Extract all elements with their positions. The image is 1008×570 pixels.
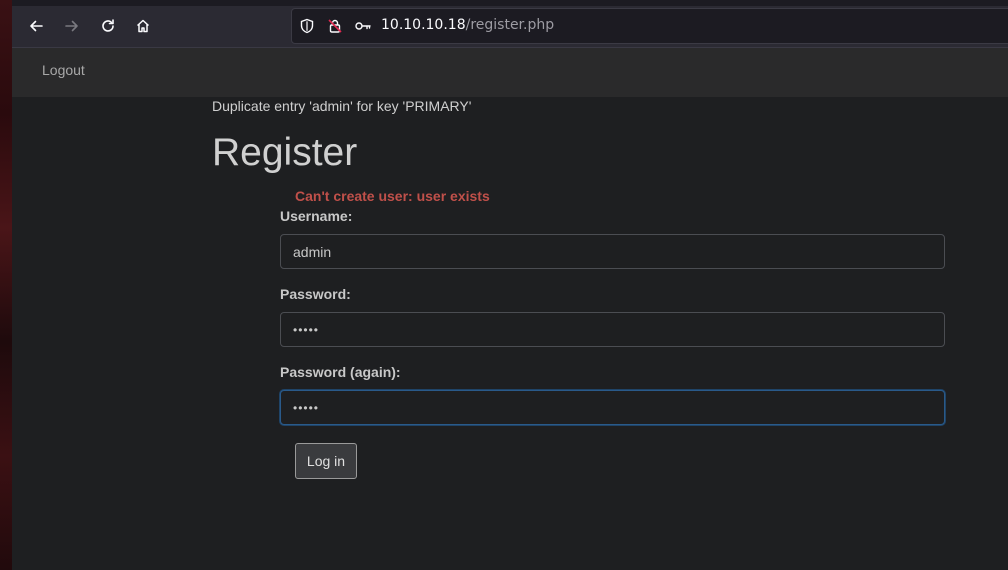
password-label: Password:	[280, 286, 351, 302]
username-label: Username:	[280, 208, 353, 224]
insecure-lock-icon[interactable]	[326, 17, 344, 35]
password-again-value: •••••	[293, 400, 320, 415]
url-host: 10.10.10.18	[381, 17, 466, 33]
site-navbar: Logout	[12, 48, 1008, 97]
password-value: •••••	[293, 322, 320, 337]
password-again-field[interactable]: •••••	[280, 390, 945, 425]
login-button[interactable]: Log in	[295, 443, 357, 479]
url-text[interactable]: 10.10.10.18/register.php	[381, 17, 554, 33]
browser-window: 10.10.10.18/register.php Logout Duplicat…	[0, 0, 1008, 570]
sql-error-text: Duplicate entry 'admin' for key 'PRIMARY…	[212, 98, 472, 114]
shield-icon[interactable]	[298, 17, 316, 35]
page-content: Duplicate entry 'admin' for key 'PRIMARY…	[12, 97, 1008, 570]
reload-icon[interactable]	[97, 15, 119, 37]
desktop-background	[0, 0, 12, 570]
page-title: Register	[212, 131, 358, 174]
window-top-edge	[12, 0, 1008, 6]
username-field[interactable]: admin	[280, 234, 945, 269]
back-arrow-icon[interactable]	[25, 15, 47, 37]
error-message: Can't create user: user exists	[295, 188, 490, 204]
forward-arrow-icon[interactable]	[61, 15, 83, 37]
url-path: /register.php	[465, 17, 555, 33]
logout-link[interactable]: Logout	[42, 62, 85, 78]
password-field[interactable]: •••••	[280, 312, 945, 347]
username-value: admin	[293, 243, 332, 260]
key-icon[interactable]	[354, 17, 372, 35]
browser-toolbar: 10.10.10.18/register.php	[12, 0, 1008, 48]
password-again-label: Password (again):	[280, 364, 401, 380]
address-bar[interactable]: 10.10.10.18/register.php	[291, 8, 1008, 44]
home-icon[interactable]	[132, 15, 154, 37]
